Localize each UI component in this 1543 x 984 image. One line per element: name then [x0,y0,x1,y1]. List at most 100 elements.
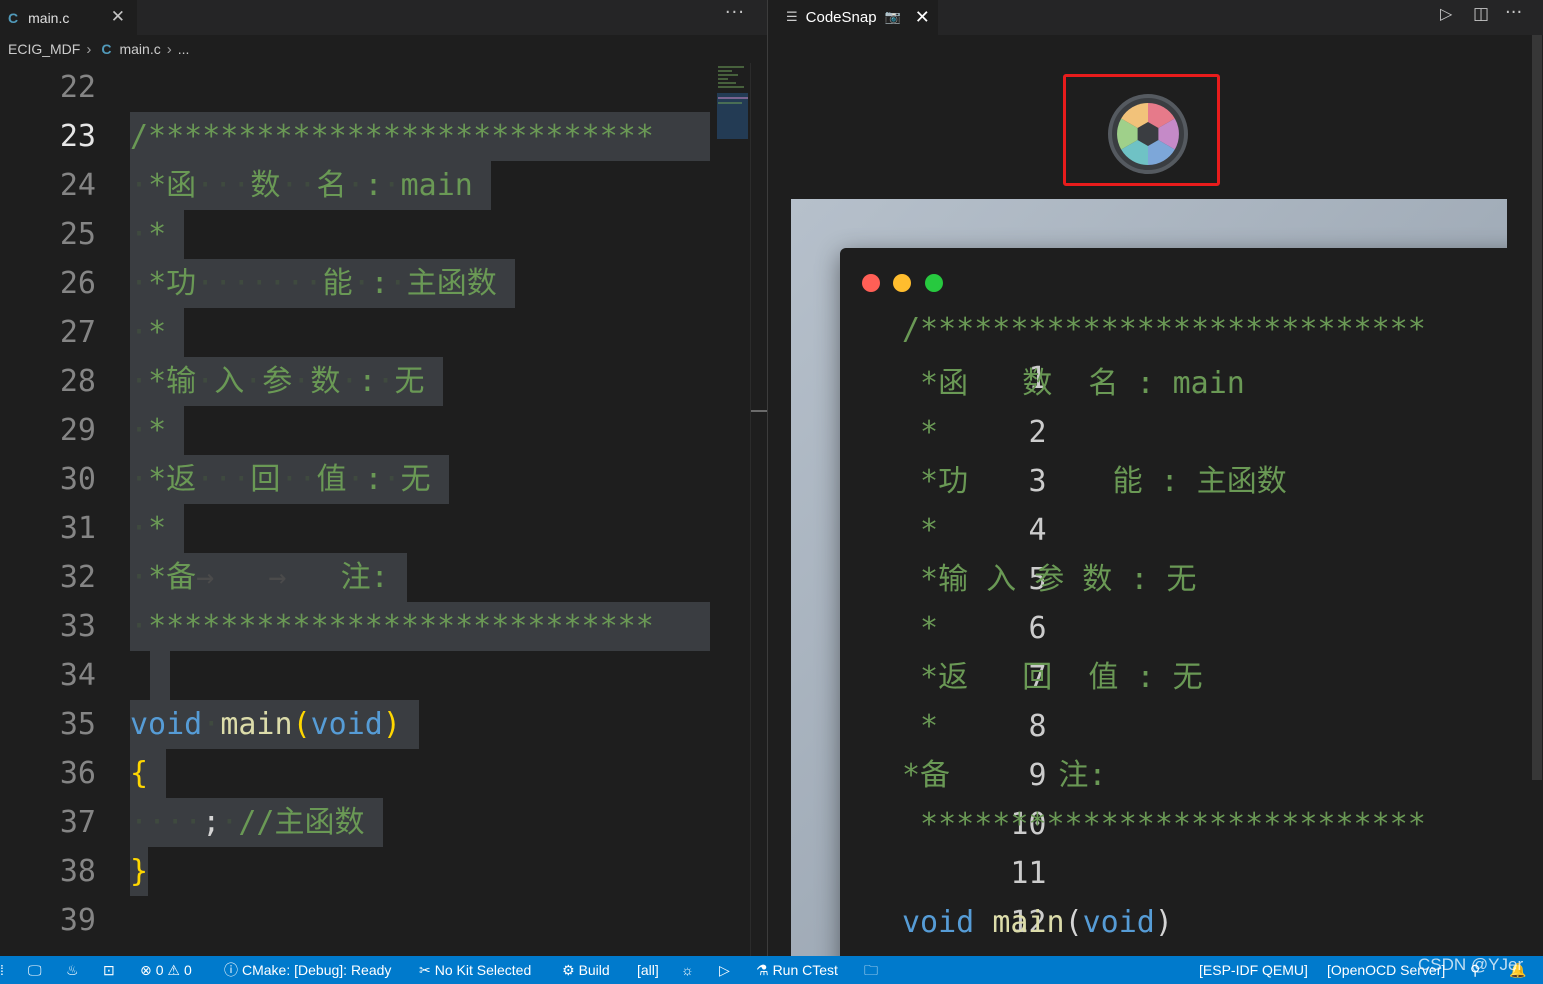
line-number: 39 [59,903,96,938]
minimap-slider[interactable] [717,93,748,139]
remote-indicator-icon[interactable]: ⁞ [0,956,8,984]
build-target[interactable]: [all] [637,956,659,984]
error-count: 0 [155,962,164,978]
code-text: { [130,749,167,798]
minimap[interactable] [710,63,750,956]
chevron-right-icon: › [166,40,172,58]
code-line: 23 /**************************** [0,112,710,161]
c-file-icon: C [101,41,112,57]
code-line: 37 ····;·//主函数 [0,798,710,847]
snapshot-code: *返 回 值 : 无 [902,660,1203,695]
snapshot-background: 1/**************************** 2 *函 数 名 … [791,199,1507,956]
code-text: ·* [130,406,185,455]
warning-icon: ⚠ [167,963,180,979]
snapshot-line: 12 [840,849,1507,940]
snapshot-line: 8 *返 回 值 : 无 [840,653,1507,744]
line-number: 35 [59,707,96,742]
breadcrumb-file[interactable]: main.c [119,41,160,57]
cmake-status-label: CMake: [Debug]: Ready [242,962,392,978]
kit-selector[interactable]: ✂ No Kit Selected [419,956,531,984]
minimap-line [718,66,744,68]
code-text: ·* [130,308,185,357]
run-ctest-button[interactable]: ⚗ Run CTest [756,956,838,984]
window-maximize-dot [925,274,943,292]
code-editor[interactable]: 22 23 /**************************** 24 ·… [0,63,710,956]
tools-icon: ✂ [419,963,431,979]
folder-icon[interactable]: 🗀 [864,956,878,984]
code-text: ·*函···数··名·:·main [130,161,491,210]
line-number: 27 [59,315,96,350]
line-number: 36 [59,756,96,791]
snapshot-code: *输 入 参 数 : 无 [902,562,1197,597]
build-label: Build [578,962,610,978]
close-icon[interactable]: ✕ [915,7,930,28]
snapshot-code: *备 注: [902,758,1107,793]
left-editor-group: C main.c ✕ ··· ECIG_MDF › C main.c › ...… [0,0,767,956]
minimap-line [718,97,748,99]
code-line: 27 ·* [0,308,710,357]
vertical-scrollbar[interactable] [1532,35,1542,780]
shutter-capture-icon[interactable] [1108,94,1188,174]
run-icon[interactable]: ▷ [1440,4,1452,23]
terminal-icon[interactable]: ⊡ [103,956,115,984]
more-actions-icon[interactable]: ··· [1505,2,1522,23]
scrollbar-cursor-mark [751,410,767,412]
breadcrumb-symbol[interactable]: ... [178,41,190,57]
flame-icon[interactable]: ♨ [66,956,79,984]
line-number: 26 [59,266,96,301]
code-line: 36 { [0,749,710,798]
build-button[interactable]: ⚙ Build [562,956,610,984]
more-actions-icon[interactable]: ··· [725,2,745,23]
snapshot-code: * [902,709,939,744]
code-text: ·*返···回··值·:·无 [130,455,449,504]
split-editor-icon[interactable]: ◫ [1473,4,1489,24]
code-line: 30 ·*返···回··值·:·无 [0,455,710,504]
line-number: 22 [59,70,96,105]
ctest-label: Run CTest [772,962,838,978]
code-line: 26 ·*功·······能·:·主函数 [0,259,710,308]
gear-icon: ⚙ [562,963,575,979]
problems-indicator[interactable]: ⊗ 0 ⚠ 0 [140,956,192,984]
function-name: main [992,905,1065,940]
line-number: 38 [59,854,96,889]
tab-codesnap[interactable]: ☰ CodeSnap 📷 ✕ [768,0,938,35]
run-icon[interactable]: ▷ [719,956,730,984]
snapshot-line-number: 13 [985,947,1046,956]
code-text: /**************************** [130,112,710,161]
warning-count: 0 [183,962,192,978]
snapshot-code: void main(void) [902,905,1173,940]
code-text: ····;·//主函数 [130,798,383,847]
minimap-line [718,78,728,80]
camera-icon: 📷 [884,10,901,25]
code-line: 31 ·* [0,504,710,553]
debug-bug-icon[interactable]: ☼ [681,956,694,984]
code-line: 22 [0,63,710,112]
chevron-right-icon: › [86,40,92,58]
error-icon: ⊗ [140,963,152,979]
flask-icon: ⚗ [756,963,769,979]
vertical-scrollbar[interactable] [750,63,767,956]
line-number: 33 [59,609,96,644]
minimap-line [718,86,744,88]
snapshot-line: 6 *输 入 参 数 : 无 [840,555,1507,646]
code-line: 24 ·*函···数··名·:·main [0,161,710,210]
monitor-icon[interactable]: 🖵 [28,956,42,984]
kit-label: No Kit Selected [434,962,532,978]
line-number: 23 [59,119,96,154]
line-number: 30 [59,462,96,497]
snapshot-line: 5 * [840,506,1507,597]
code-line: 28 ·*输·入·参·数·:·无 [0,357,710,406]
line-number: 37 [59,805,96,840]
snapshot-line: 11 **************************** [840,800,1507,891]
cmake-status[interactable]: ⓘ CMake: [Debug]: Ready [224,956,391,984]
code-line: 25 ·* [0,210,710,259]
code-text: ·*备→ → 注: [130,553,407,602]
snapshot-line: 9 * [840,702,1507,793]
esp-idf-qemu[interactable]: [ESP-IDF QEMU] [1199,956,1308,984]
tab-main-c[interactable]: C main.c ✕ [0,0,137,35]
close-icon[interactable]: ✕ [111,7,125,27]
status-bar: ⁞ 🖵 ♨ ⊡ ⊗ 0 ⚠ 0 ⓘ CMake: [Debug]: Ready ✂ No… [0,956,1543,984]
line-number: 28 [59,364,96,399]
code-text: } [130,847,149,896]
breadcrumb-folder[interactable]: ECIG_MDF [8,41,80,57]
